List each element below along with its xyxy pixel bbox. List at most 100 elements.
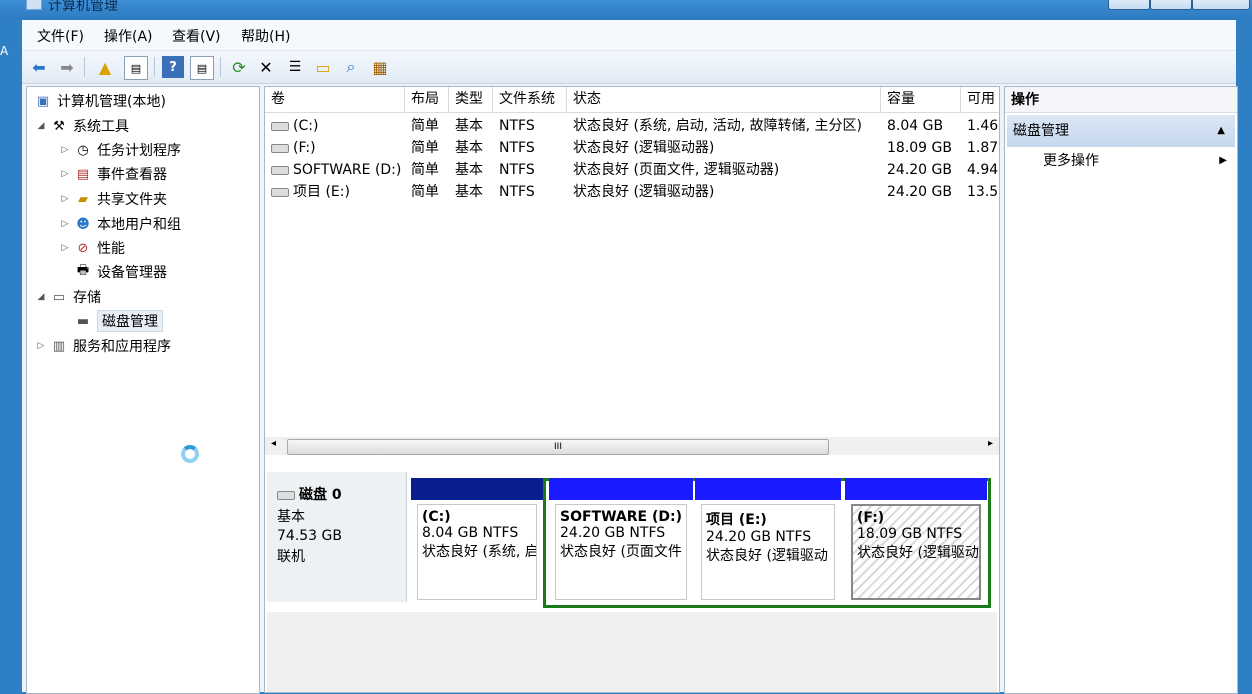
tree-item-label: 设备管理器 [97,265,167,281]
expanded-arrow-icon[interactable]: ◢ [35,292,47,302]
partition-color-bar [845,478,987,500]
partition-size: 24.20 GB NTFS [560,525,666,541]
tree-item-system-tools[interactable]: ◢ ⚒ 系统工具 [35,115,129,137]
toolbar-separator [84,57,85,77]
cell-type: 基本 [455,184,483,200]
close-button[interactable] [1192,0,1250,10]
graph-empty-area [267,612,997,692]
tree-item-label: 本地用户和组 [97,217,181,233]
cell-status: 状态良好 (逻辑驱动器) [573,184,715,200]
desktop-partial-text: A [0,44,9,58]
collapsed-arrow-icon[interactable]: ▷ [59,145,71,155]
menu-action[interactable]: 操作(A) [104,26,153,46]
maximize-button[interactable] [1150,0,1192,10]
column-header[interactable]: 卷 [265,87,405,112]
cell-capacity: 18.09 GB [887,140,952,156]
section-label: 磁盘管理 [1013,123,1069,139]
tree-item-computer-management[interactable]: ▣ 计算机管理(本地) [31,90,166,112]
drive-icon [271,187,289,197]
tree-item-task-scheduler[interactable]: ▷ ◷ 任务计划程序 [59,139,181,161]
more-actions-item[interactable]: 更多操作 ▶ [1005,149,1237,173]
event-viewer-icon: ▤ [76,166,90,182]
partition-body: (F:) 18.09 GB NTFS 状态良好 (逻辑驱动 [851,504,981,600]
tree-item-label: 性能 [97,241,125,257]
tree-item-label: 服务和应用程序 [73,339,171,355]
actions-pane: 操作 磁盘管理 ▲ 更多操作 ▶ [1004,86,1238,694]
title-bar: 计算机管理 [0,0,1252,20]
partition-e[interactable]: 项目 (E:) 24.20 GB NTFS 状态良好 (逻辑驱动 [695,478,841,604]
back-icon[interactable]: ⬅ [28,56,50,78]
tree-item-label: 计算机管理(本地) [57,94,166,110]
up-icon[interactable]: ▲ [94,56,116,78]
partition-f[interactable]: (F:) 18.09 GB NTFS 状态良好 (逻辑驱动 [845,478,987,604]
help-icon[interactable]: ? [162,56,184,78]
tree-item-performance[interactable]: ▷ ⊘ 性能 [59,237,125,259]
properties-icon[interactable]: ☰ [284,56,306,78]
column-header[interactable]: 可用 [961,87,999,112]
partition-d[interactable]: SOFTWARE (D:) 24.20 GB NTFS 状态良好 (页面文件 [549,478,693,604]
cell-capacity: 24.20 GB [887,162,952,178]
column-header[interactable]: 布局 [405,87,449,112]
table-row[interactable]: (F:) 简单 基本 NTFS 状态良好 (逻辑驱动器) 18.09 GB 1.… [265,137,999,159]
collapsed-arrow-icon[interactable]: ▷ [59,219,71,229]
collapse-arrow-icon[interactable]: ▲ [1217,115,1225,147]
drive-icon [271,143,289,153]
collapsed-arrow-icon[interactable]: ▷ [59,194,71,204]
tree-item-local-users[interactable]: ▷ ☻ 本地用户和组 [59,213,181,235]
collapsed-arrow-icon[interactable]: ▷ [35,341,47,351]
cell-type: 基本 [455,140,483,156]
cell-fs: NTFS [499,162,535,178]
scrollbar-thumb[interactable]: III [287,439,829,455]
disk-settings-icon[interactable]: ▦ [369,56,391,78]
table-row[interactable]: 项目 (E:) 简单 基本 NTFS 状态良好 (逻辑驱动器) 24.20 GB… [265,181,999,203]
loading-spinner-icon [181,445,199,463]
partition-size: 18.09 GB NTFS [857,526,963,542]
horizontal-scrollbar[interactable]: ◂ III ▸ [265,437,999,455]
open-icon[interactable]: ▭ [312,56,334,78]
menu-view[interactable]: 查看(V) [172,26,221,46]
partition-size: 8.04 GB NTFS [422,525,519,541]
table-row[interactable]: SOFTWARE (D:) 简单 基本 NTFS 状态良好 (页面文件, 逻辑驱… [265,159,999,181]
column-header[interactable]: 文件系统 [493,87,567,112]
minimize-button[interactable] [1108,0,1150,10]
menu-help[interactable]: 帮助(H) [241,26,290,46]
refresh-icon[interactable]: ⟳ [228,56,250,78]
column-header[interactable]: 类型 [449,87,493,112]
partition-name: (F:) [857,510,885,526]
disk-info[interactable]: 磁盘 0 基本 74.53 GB 联机 [267,472,407,602]
column-header[interactable]: 容量 [881,87,961,112]
menu-file[interactable]: 文件(F) [37,26,84,46]
expanded-arrow-icon[interactable]: ◢ [35,121,47,131]
partition-name: SOFTWARE (D:) [560,509,682,525]
performance-icon: ⊘ [77,240,89,256]
cell-fs: NTFS [499,184,535,200]
show-hide-tree-icon[interactable]: ▤ [124,56,148,80]
menu-bar: 文件(F) 操作(A) 查看(V) 帮助(H) [22,20,1236,51]
tree-item-services[interactable]: ▷ ▥ 服务和应用程序 [35,335,171,357]
tree-item-label: 磁盘管理 [97,310,163,332]
cell-status: 状态良好 (系统, 启动, 活动, 故障转储, 主分区) [573,118,862,134]
partition-name: (C:) [422,509,451,525]
collapsed-arrow-icon[interactable]: ▷ [59,243,71,253]
collapsed-arrow-icon[interactable]: ▷ [59,169,71,179]
partition-c[interactable]: (C:) 8.04 GB NTFS 状态良好 (系统, 启 [411,478,543,604]
tree-item-device-manager[interactable]: 🖶 设备管理器 [71,261,167,283]
tree-item-label: 事件查看器 [97,167,167,183]
table-row[interactable]: (C:) 简单 基本 NTFS 状态良好 (系统, 启动, 活动, 故障转储, … [265,115,999,137]
partition-body: (C:) 8.04 GB NTFS 状态良好 (系统, 启 [417,504,537,600]
column-header[interactable]: 状态 [567,87,881,112]
disk-type: 基本 [277,509,305,525]
search-icon[interactable]: ⌕ [340,56,362,78]
scroll-left-icon[interactable]: ◂ [271,438,276,449]
forward-icon[interactable]: ➡ [56,56,78,78]
actions-section-disk-management[interactable]: 磁盘管理 ▲ [1007,115,1235,147]
scroll-right-icon[interactable]: ▸ [988,438,993,449]
clock-icon: ◷ [77,142,89,158]
delete-icon[interactable]: ✕ [255,56,277,78]
tree-item-shared-folders[interactable]: ▷ ▰ 共享文件夹 [59,188,167,210]
tree-item-event-viewer[interactable]: ▷ ▤ 事件查看器 [59,163,167,185]
tree-item-storage[interactable]: ◢ ▭ 存储 [35,286,101,308]
tree-item-disk-management[interactable]: ▬ 磁盘管理 [71,310,163,332]
show-hide-action-icon[interactable]: ▤ [190,56,214,80]
tree-item-label: 系统工具 [73,119,129,135]
